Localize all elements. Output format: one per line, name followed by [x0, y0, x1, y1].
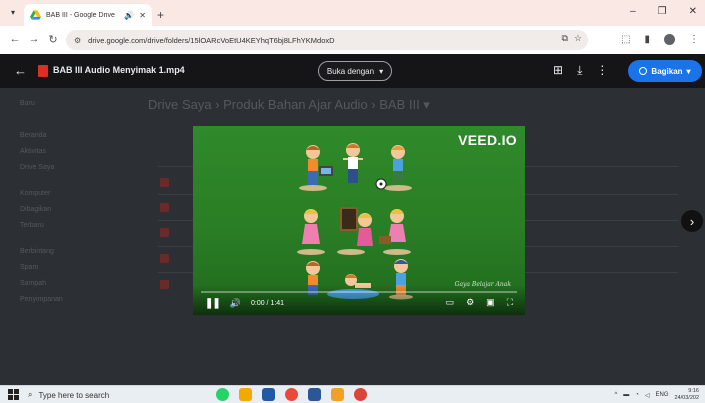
video-time-display: 0:00 / 1:41 — [250, 300, 285, 307]
battery-icon[interactable]: ▬ — [623, 392, 629, 398]
clock-date: 24/03/202 — [674, 395, 699, 401]
app-icon[interactable] — [331, 388, 344, 401]
address-bar[interactable]: ⚙ drive.google.com/drive/folders/15lOARc… — [66, 30, 588, 50]
window-controls: – ❐ ✕ — [630, 6, 697, 17]
new-tab-button[interactable]: + — [157, 8, 164, 22]
taskbar-search-placeholder: Type here to search — [38, 390, 110, 400]
sidebar-item-trash: Sampah — [20, 280, 47, 287]
taskbar-clock[interactable]: 9:16 24/03/202 — [675, 388, 699, 402]
chrome-profile-icon[interactable] — [354, 388, 367, 401]
video-player[interactable]: VEED.IO Gaya Belajar Anak — [193, 126, 525, 315]
share-button[interactable]: Bagikan ▾ — [628, 60, 702, 82]
bookmark-star-icon[interactable]: ☆ — [574, 33, 582, 44]
sidebar-item-my-drive: Drive Saya — [20, 164, 55, 171]
volume-icon[interactable]: 🔊 — [230, 298, 241, 309]
miniplayer-icon[interactable]: ▣ — [486, 297, 495, 308]
sidebar-item-starred: Berbintang — [20, 248, 54, 255]
chrome-icon[interactable] — [285, 388, 298, 401]
sidebar-item-computers: Komputer — [20, 190, 51, 197]
browser-menu-icon[interactable]: ⋮ — [689, 34, 699, 45]
chevron-down-icon: ▾ — [379, 66, 384, 76]
sidebar-item-home: Beranda — [20, 132, 47, 139]
reload-icon[interactable]: ↻ — [46, 33, 60, 46]
pause-icon[interactable]: ❚❚ — [205, 298, 221, 309]
tab-title: BAB III - Google Drive — [46, 11, 115, 19]
site-info-icon[interactable]: ⚙ — [74, 36, 81, 45]
captions-icon[interactable]: ▭ — [446, 297, 455, 308]
browser-tab[interactable]: BAB III - Google Drive 🔊 ✕ — [24, 4, 152, 26]
profile-avatar[interactable] — [664, 34, 675, 45]
add-comment-icon[interactable]: ⊞ — [553, 63, 563, 78]
sidebar-item-shared: Dibagikan — [20, 206, 52, 213]
tab-audio-icon[interactable]: 🔊 — [124, 11, 134, 20]
download-icon[interactable]: ⤓ — [577, 63, 582, 78]
tab-close-icon[interactable]: ✕ — [139, 11, 146, 20]
open-with-label: Buka dengan — [326, 66, 375, 76]
video-brand-watermark: VEED.IO — [458, 132, 517, 148]
chevron-down-icon: ▾ — [686, 66, 691, 76]
file-row-icon — [160, 280, 169, 289]
side-panel-icon[interactable]: ▮ — [644, 34, 650, 45]
browser-toolbar: ← → ↻ ⚙ drive.google.com/drive/folders/1… — [0, 26, 705, 54]
drive-breadcrumb: Drive Saya › Produk Bahan Ajar Audio › B… — [148, 97, 430, 112]
tab-search-icon[interactable]: ▾ — [6, 8, 20, 20]
windows-start-icon[interactable] — [8, 389, 19, 400]
video-progress-bar[interactable] — [201, 291, 517, 293]
word-icon[interactable] — [308, 388, 321, 401]
sidebar-item-new: Baru — [20, 100, 35, 107]
video-controls-bar: ❚❚ 🔊 0:00 / 1:41 ▭ ⚙ ▣ ⛶ — [193, 285, 525, 315]
taskbar-search-box[interactable]: ⌕ Type here to search — [28, 388, 198, 402]
url-text: drive.google.com/drive/folders/15lOARcVo… — [88, 35, 335, 45]
sidebar-item-spam: Spam — [20, 264, 39, 271]
close-viewer-back-icon[interactable]: ← — [14, 63, 27, 78]
file-row-icon — [160, 228, 169, 237]
file-row-icon — [160, 254, 169, 263]
google-drive-icon — [30, 10, 41, 20]
open-with-button[interactable]: Buka dengan ▾ — [318, 61, 392, 81]
language-indicator[interactable]: ENG — [656, 392, 669, 398]
sidebar-item-recent: Terbaru — [20, 222, 44, 229]
video-file-icon — [38, 65, 48, 77]
maximize-button[interactable]: ❐ — [658, 6, 667, 17]
sidebar-item-activity: Aktivitas — [20, 148, 47, 155]
more-options-icon[interactable]: ⋮ — [596, 63, 608, 78]
network-icon[interactable]: ◔ — [635, 392, 639, 398]
whatsapp-icon[interactable] — [216, 388, 229, 401]
windows-taskbar: ⌕ Type here to search ^ ▬ ◔ ◁ ENG 9:16 2… — [0, 385, 705, 403]
settings-gear-icon[interactable]: ⚙ — [466, 297, 474, 308]
file-row-icon — [160, 178, 169, 187]
sidebar-item-storage: Penyimpanan — [20, 296, 63, 303]
store-icon[interactable] — [262, 388, 275, 401]
tray-chevron-icon[interactable]: ^ — [614, 392, 617, 398]
back-icon[interactable]: ← — [8, 33, 22, 45]
video-illustration-children — [297, 143, 413, 300]
extensions-icon[interactable]: ⬚ — [621, 34, 630, 45]
browser-tab-strip: ▾ BAB III - Google Drive 🔊 ✕ + – ❐ ✕ — [0, 0, 705, 26]
clock-time: 9:16 — [688, 388, 699, 394]
close-window-button[interactable]: ✕ — [689, 6, 697, 17]
next-file-arrow-icon[interactable]: › — [681, 210, 703, 232]
forward-icon[interactable]: → — [27, 33, 41, 45]
minimize-button[interactable]: – — [630, 6, 636, 17]
cast-icon[interactable]: ⧉ — [561, 33, 567, 44]
file-viewer-header: ← BAB III Audio Menyimak 1.mp4 Buka deng… — [0, 54, 705, 88]
file-row-icon — [160, 203, 169, 212]
share-label: Bagikan — [651, 66, 683, 76]
viewer-file-title: BAB III Audio Menyimak 1.mp4 — [53, 65, 185, 75]
file-explorer-icon[interactable] — [239, 388, 252, 401]
share-icon — [639, 67, 648, 75]
fullscreen-icon[interactable]: ⛶ — [507, 297, 513, 308]
speaker-icon[interactable]: ◁ — [645, 392, 650, 399]
search-icon: ⌕ — [28, 390, 33, 399]
